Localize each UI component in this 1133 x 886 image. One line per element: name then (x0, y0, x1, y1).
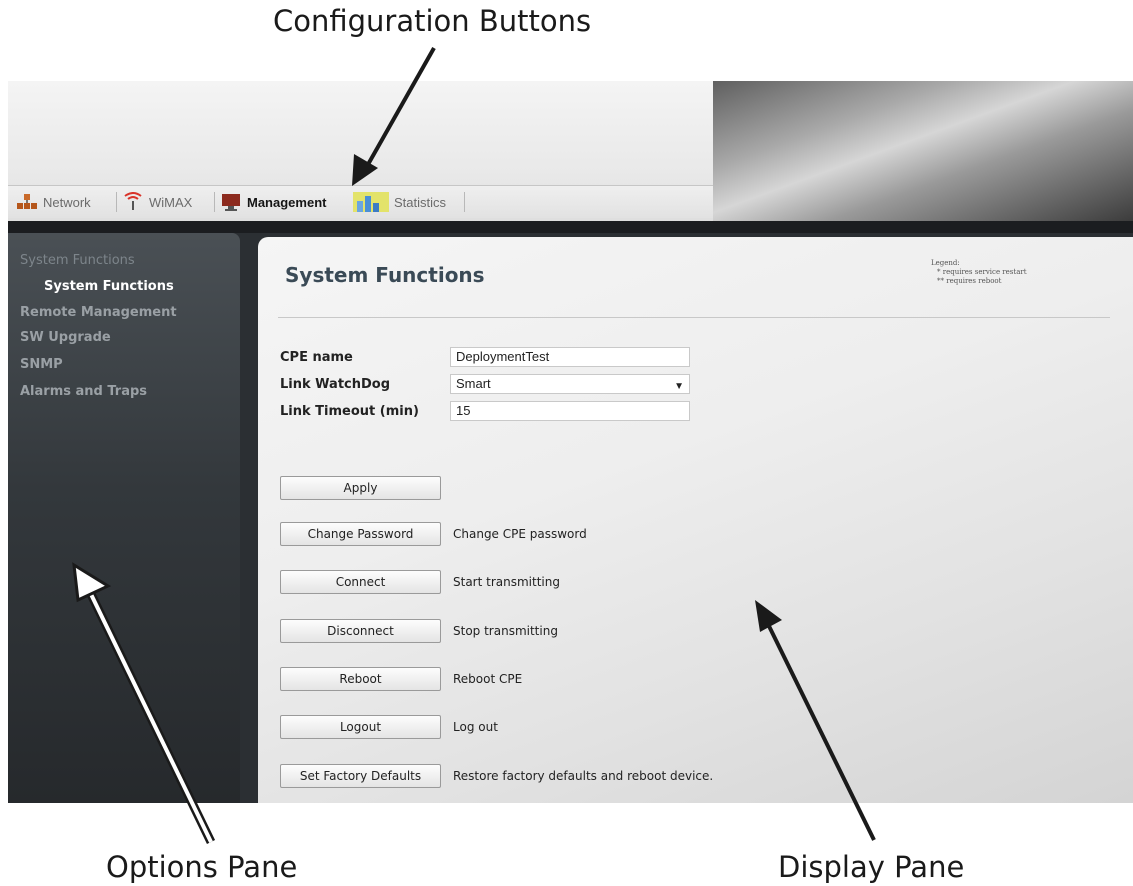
change-password-button[interactable]: Change Password (280, 522, 441, 546)
apply-button[interactable]: Apply (280, 476, 441, 500)
display-pane: System Functions Legend: * requires serv… (258, 237, 1133, 803)
disconnect-button[interactable]: Disconnect (280, 619, 441, 643)
sidebar-section-system-functions[interactable]: System Functions (20, 253, 135, 268)
wimax-antenna-icon (122, 192, 144, 212)
sidebar-item-sw-upgrade[interactable]: SW Upgrade (20, 330, 111, 345)
tab-network-label: Network (43, 194, 91, 210)
management-monitor-icon (220, 192, 242, 212)
legend-heading: Legend: (931, 259, 960, 267)
link-watchdog-select[interactable]: Smart ▼ (450, 374, 690, 394)
header-divider-bar (8, 221, 1133, 233)
tab-wimax-label: WiMAX (149, 194, 193, 210)
link-timeout-label: Link Timeout (min) (280, 404, 419, 419)
logout-description: Log out (453, 720, 498, 734)
options-pane: System Functions System Functions Remote… (8, 233, 240, 803)
configuration-toolbar: Network WiMAX Management Statistics (8, 185, 713, 218)
sidebar-item-remote-management[interactable]: Remote Management (20, 305, 177, 320)
reboot-button[interactable]: Reboot (280, 667, 441, 691)
legend-line-restart: * requires service restart (937, 268, 1027, 276)
network-icon (16, 192, 38, 212)
tab-wimax[interactable]: WiMAX (122, 190, 192, 214)
tab-divider (116, 192, 117, 212)
cpe-name-input[interactable]: DeploymentTest (450, 347, 690, 367)
statistics-bar-chart-icon (353, 192, 389, 212)
tab-management-label: Management (247, 194, 327, 210)
sidebar-item-snmp[interactable]: SNMP (20, 357, 63, 372)
tab-statistics-label: Statistics (394, 194, 447, 210)
tab-statistics[interactable]: Statistics (353, 190, 446, 214)
dropdown-arrow-icon: ▼ (674, 381, 684, 392)
tab-management[interactable]: Management (220, 190, 326, 214)
set-factory-defaults-button[interactable]: Set Factory Defaults (280, 764, 441, 788)
link-watchdog-value: Smart (456, 376, 491, 391)
link-watchdog-label: Link WatchDog (280, 377, 391, 392)
legend-line-reboot: ** requires reboot (937, 277, 1002, 285)
callout-display-pane: Display Pane (778, 850, 965, 884)
tab-network[interactable]: Network (16, 190, 91, 214)
tab-divider (464, 192, 465, 212)
header-banner-image (713, 81, 1133, 221)
link-timeout-input[interactable]: 15 (450, 401, 690, 421)
disconnect-description: Stop transmitting (453, 624, 558, 638)
title-divider (278, 317, 1110, 318)
tab-divider (214, 192, 215, 212)
logout-button[interactable]: Logout (280, 715, 441, 739)
callout-options-pane: Options Pane (106, 850, 298, 884)
legend: Legend: * requires service restart ** re… (931, 259, 1027, 286)
connect-description: Start transmitting (453, 575, 560, 589)
sidebar-item-system-functions[interactable]: System Functions (44, 279, 174, 294)
set-factory-defaults-description: Restore factory defaults and reboot devi… (453, 769, 714, 783)
callout-configuration-buttons: Configuration Buttons (273, 4, 592, 38)
page-title: System Functions (285, 263, 485, 287)
change-password-description: Change CPE password (453, 527, 587, 541)
sidebar-item-alarms-and-traps[interactable]: Alarms and Traps (20, 384, 147, 399)
cpe-name-label: CPE name (280, 350, 353, 365)
connect-button[interactable]: Connect (280, 570, 441, 594)
header: Network WiMAX Management Statistics (8, 81, 1133, 233)
reboot-description: Reboot CPE (453, 672, 523, 686)
device-web-ui: Network WiMAX Management Statistics Syst… (8, 81, 1133, 803)
